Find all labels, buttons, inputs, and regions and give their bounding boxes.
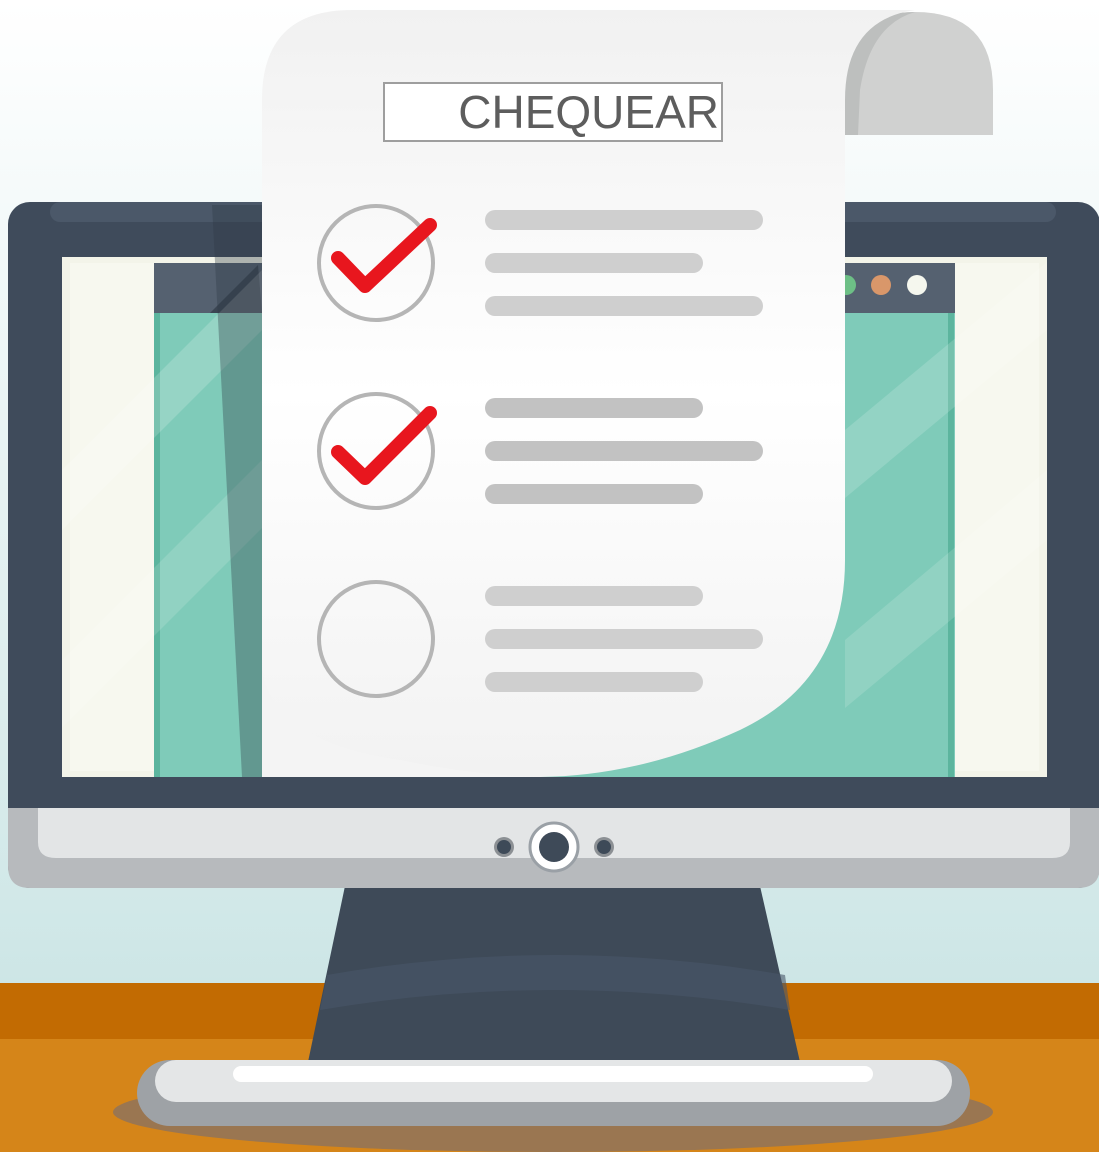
monitor-base-shine [233, 1066, 873, 1082]
item-2-line-3 [485, 484, 703, 504]
webcam-left-dot-inner [497, 840, 511, 854]
illustration: CHEQUEAR [0, 0, 1099, 1152]
orange-dot-icon [871, 275, 891, 295]
webcam-lens [539, 832, 569, 862]
item-1-line-3 [485, 296, 763, 316]
item-2-line-2 [485, 441, 763, 461]
checklist-title: CHEQUEAR [458, 86, 719, 138]
item-1-line-2 [485, 253, 703, 273]
item-3-line-3 [485, 672, 703, 692]
item-1-line-1 [485, 210, 763, 230]
item-2-line-1 [485, 398, 703, 418]
checklist-title-box: CHEQUEAR [383, 82, 723, 142]
checklist-monitor-illustration [0, 0, 1099, 1152]
item-3-line-2 [485, 629, 763, 649]
white-dot-icon [907, 275, 927, 295]
item-3-line-1 [485, 586, 703, 606]
webcam-right-dot-inner [597, 840, 611, 854]
